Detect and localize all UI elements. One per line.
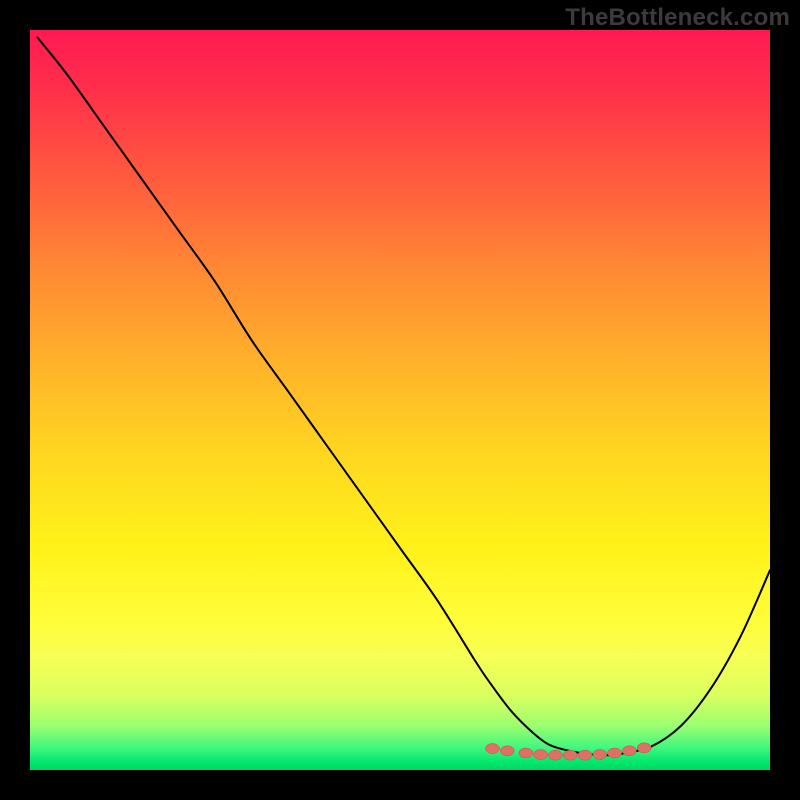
optimal-marker-dot xyxy=(519,748,533,758)
optimal-marker-dot xyxy=(563,750,577,760)
optimal-marker-dot xyxy=(534,750,548,760)
optimal-markers xyxy=(486,743,652,760)
chart-frame: TheBottleneck.com xyxy=(0,0,800,800)
optimal-marker-dot xyxy=(608,748,622,758)
optimal-marker-dot xyxy=(486,744,500,754)
curve-layer xyxy=(30,30,770,770)
watermark-text: TheBottleneck.com xyxy=(565,4,790,32)
optimal-marker-dot xyxy=(593,750,607,760)
optimal-marker-dot xyxy=(637,743,651,753)
optimal-marker-dot xyxy=(578,750,592,760)
optimal-marker-dot xyxy=(548,750,562,760)
optimal-marker-dot xyxy=(500,746,514,756)
optimal-marker-dot xyxy=(622,746,636,756)
plot-area xyxy=(30,30,770,770)
bottleneck-curve xyxy=(37,37,770,755)
